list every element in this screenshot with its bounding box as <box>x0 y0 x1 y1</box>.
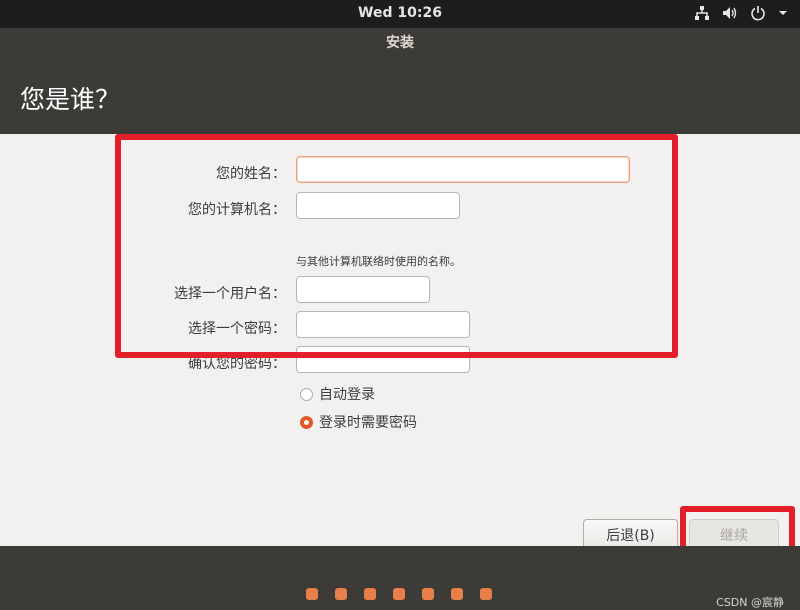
clock[interactable]: Wed 10:26 <box>0 5 800 21</box>
form-highlight-box <box>115 134 678 358</box>
auto-login-label: 自动登录 <box>319 387 375 403</box>
require-password-radio[interactable] <box>300 415 313 429</box>
page-header: 您是谁？ <box>0 58 800 134</box>
progress-dot <box>422 588 434 600</box>
installer-window: 安装 您是谁？ 您的姓名： 您的计算机名： 与其他计算机联络时使用的名称。 选择… <box>0 28 800 609</box>
page-title: 您是谁？ <box>20 85 121 114</box>
power-icon[interactable] <box>750 5 766 25</box>
require-password-label: 登录时需要密码 <box>319 415 417 431</box>
auto-login-radio[interactable] <box>300 387 313 401</box>
watermark: CSDN @宸静 <box>716 596 784 609</box>
footer: CSDN @宸静 <box>0 546 800 609</box>
progress-dots <box>306 588 492 600</box>
progress-dot <box>393 588 405 600</box>
content-area: 您的姓名： 您的计算机名： 与其他计算机联络时使用的名称。 选择一个用户名： 选… <box>0 134 800 564</box>
system-tray[interactable] <box>694 5 788 25</box>
chevron-down-icon[interactable] <box>778 5 788 25</box>
progress-dot <box>451 588 463 600</box>
progress-dot <box>335 588 347 600</box>
require-password-option[interactable]: 登录时需要密码 <box>300 412 417 432</box>
top-bar: Wed 10:26 <box>0 0 800 28</box>
window-title: 安装 <box>0 28 800 58</box>
progress-dot <box>306 588 318 600</box>
progress-dot <box>364 588 376 600</box>
network-icon[interactable] <box>694 5 710 25</box>
auto-login-option[interactable]: 自动登录 <box>300 384 375 404</box>
volume-icon[interactable] <box>722 5 738 25</box>
progress-dot <box>480 588 492 600</box>
